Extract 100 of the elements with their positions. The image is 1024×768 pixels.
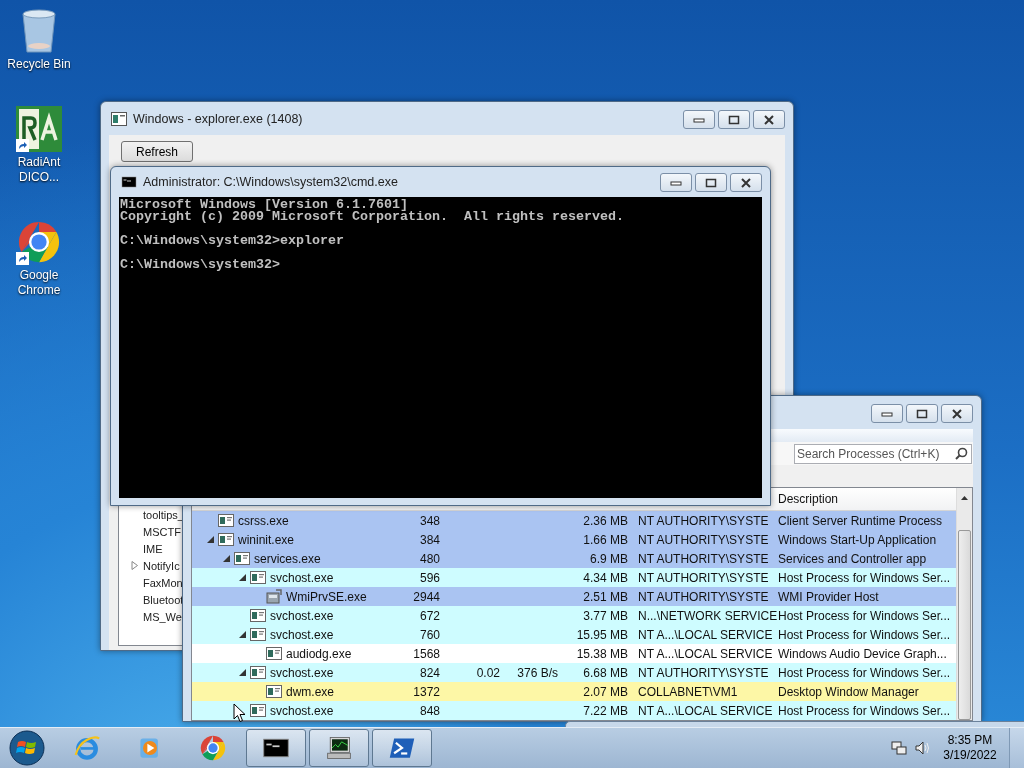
- process-name: services.exe: [254, 551, 321, 566]
- scrollbar[interactable]: [956, 488, 972, 720]
- table-cell: NT A...\LOCAL SERVICE: [638, 627, 774, 642]
- table-cell-text: NT AUTHORITY\SYSTE: [638, 513, 770, 528]
- windows-orb-icon: [9, 730, 45, 766]
- process-row[interactable]: wininit.exe 384 1.66 MB NT AUTHORITY\SYSTE Windows Start-Up Application: [192, 530, 956, 549]
- close-icon: [740, 177, 752, 188]
- search-icon: [955, 447, 968, 460]
- table-cell-text: 376 B/s: [516, 665, 559, 680]
- maximize-button[interactable]: [906, 404, 938, 423]
- console-output: Microsoft Windows [Version 6.1.7601] Copyright (c) 2009 Microsoft Corporation. All rights reserved. C:\Windows\system32>explorer C:\Windows\system32>: [119, 197, 625, 271]
- up-arrow-icon: [961, 496, 968, 500]
- table-cell-text: 2.51 MB: [582, 589, 629, 604]
- console-area[interactable]: Microsoft Windows [Version 6.1.7601] Copyright (c) 2009 Microsoft Corporation. All rights reserved. C:\Windows\system32>explorer C:\Windows\system32>: [119, 197, 762, 498]
- chrome-icon: [199, 734, 227, 762]
- table-cell-text: NT AUTHORITY\SYSTE: [638, 570, 770, 585]
- network-icon[interactable]: [891, 740, 907, 756]
- table-cell-text: 824: [418, 665, 441, 680]
- process-row[interactable]: svchost.exe 824 0.02 376 B/s 6.68 MB NT AUTHORITY\SYSTE Host Process for Windows Ser...: [192, 663, 956, 682]
- table-cell-text: 760: [418, 627, 441, 642]
- process-name: wininit.exe: [238, 532, 295, 547]
- clock[interactable]: 8:35 PM 3/19/2022: [939, 733, 1001, 763]
- maximize-button[interactable]: [718, 110, 750, 129]
- table-cell-text: 2.07 MB: [582, 684, 629, 699]
- expander-icon[interactable]: [207, 536, 214, 543]
- table-cell-text: 6.68 MB: [582, 665, 629, 680]
- expander-icon[interactable]: [239, 631, 246, 638]
- ra-logo-icon: [16, 106, 62, 152]
- expander-icon[interactable]: [223, 555, 230, 562]
- column-header[interactable]: Description: [774, 492, 956, 506]
- minimize-icon: [881, 410, 893, 417]
- table-cell-text: Host Process for Windows Ser...: [777, 665, 952, 680]
- process-name: audiodg.exe: [286, 646, 352, 661]
- table-cell-text: 1568: [412, 646, 441, 661]
- tree-item[interactable]: NotifyIc: [143, 559, 180, 572]
- window-icon: [250, 704, 266, 717]
- process-row[interactable]: svchost.exe 848 7.22 MB NT A...\LOCAL SERVICE Host Process for Windows Ser...: [192, 701, 956, 720]
- process-row[interactable]: svchost.exe 672 3.77 MB N...\NETWORK SERVICEHost Process for Windows Ser...: [192, 606, 956, 625]
- clock-date: 3/19/2022: [943, 748, 997, 763]
- table-cell-text: 348: [418, 513, 441, 528]
- device-icon: [266, 589, 282, 604]
- maximize-button[interactable]: [695, 173, 727, 192]
- window-icon: [266, 647, 282, 660]
- window-icon: [218, 533, 234, 546]
- table-cell-text: NT AUTHORITY\SYSTE: [638, 589, 770, 604]
- process-row[interactable]: csrss.exe 348 2.36 MB NT AUTHORITY\SYSTE Client Server Runtime Process: [192, 511, 956, 530]
- desktop-shortcut[interactable]: Google Chrome: [0, 215, 78, 298]
- process-name: svchost.exe: [270, 703, 334, 718]
- monitor-icon: [325, 734, 353, 762]
- tree-item[interactable]: FaxMon: [143, 576, 183, 589]
- table-cell-text: 6.9 MB: [589, 551, 629, 566]
- console-icon: [121, 174, 137, 190]
- search-field[interactable]: Search Processes (Ctrl+K): [794, 443, 972, 464]
- shortcut-label: Recycle Bin: [7, 57, 71, 72]
- process-name: svchost.exe: [270, 570, 334, 585]
- process-row[interactable]: services.exe 480 6.9 MB NT AUTHORITY\SYSTE Services and Controller app: [192, 549, 956, 568]
- desktop-shortcut[interactable]: RadiAnt DICO...: [0, 102, 78, 185]
- table-cell-text: Host Process for Windows Ser...: [777, 627, 952, 642]
- chrome-icon: [16, 219, 62, 265]
- tree-item[interactable]: MS_We: [143, 610, 182, 623]
- taskbar-button[interactable]: [246, 729, 306, 767]
- table-cell-text: WMI Provider Host: [777, 589, 880, 604]
- window-title: Windows - explorer.exe (1408): [133, 111, 303, 126]
- shortcut-label: RadiAnt DICO...: [16, 155, 62, 185]
- tree-item[interactable]: IME: [143, 542, 163, 555]
- table-cell-text: Host Process for Windows Ser...: [777, 608, 952, 623]
- expander-icon[interactable]: [239, 669, 246, 676]
- maximize-icon: [728, 114, 740, 125]
- table-cell-text: 0.02: [475, 665, 501, 680]
- taskbar-button[interactable]: [309, 729, 369, 767]
- desktop-shortcut[interactable]: Recycle Bin: [0, 4, 78, 72]
- minimize-icon: [693, 116, 705, 123]
- tree-item[interactable]: Bluetoot: [143, 593, 184, 606]
- table-cell: NT A...\LOCAL SERVICE: [638, 646, 774, 661]
- window-icon: [111, 111, 127, 126]
- process-row[interactable]: svchost.exe 760 15.95 MB NT A...\LOCAL SERVICE Host Process for Windows Ser...: [192, 625, 956, 644]
- window-icon: [218, 514, 234, 527]
- table-cell-text: 384: [418, 532, 441, 547]
- expander-icon[interactable]: [239, 574, 246, 581]
- close-button[interactable]: [941, 404, 973, 423]
- window-icon: [250, 628, 266, 641]
- process-name: WmiPrvSE.exe: [286, 589, 367, 604]
- table-cell-text: Desktop Window Manager: [777, 684, 920, 699]
- maximize-icon: [916, 408, 928, 419]
- refresh-button[interactable]: Refresh: [121, 141, 193, 162]
- table-cell-text: 672: [418, 608, 441, 623]
- process-name: dwm.exe: [286, 684, 335, 699]
- close-button[interactable]: [753, 110, 785, 129]
- table-cell-text: 15.95 MB: [575, 627, 629, 642]
- window-icon: [266, 685, 282, 698]
- close-button[interactable]: [730, 173, 762, 192]
- process-row[interactable]: WmiPrvSE.exe 2944 2.51 MB NT AUTHORITY\SYSTE WMI Provider Host: [192, 587, 956, 606]
- table-cell-text: 7.22 MB: [582, 703, 629, 718]
- tree-item[interactable]: tooltips_: [143, 508, 184, 521]
- window-icon: [250, 571, 266, 584]
- volume-icon[interactable]: [915, 740, 931, 756]
- process-name: csrss.exe: [238, 513, 289, 528]
- process-row[interactable]: dwm.exe 1372 2.07 MB COLLABNET\VM1 Desktop Window Manager: [192, 682, 956, 701]
- process-row[interactable]: svchost.exe 596 4.34 MB NT AUTHORITY\SYSTE Host Process for Windows Ser...: [192, 568, 956, 587]
- process-name: svchost.exe: [270, 627, 334, 642]
